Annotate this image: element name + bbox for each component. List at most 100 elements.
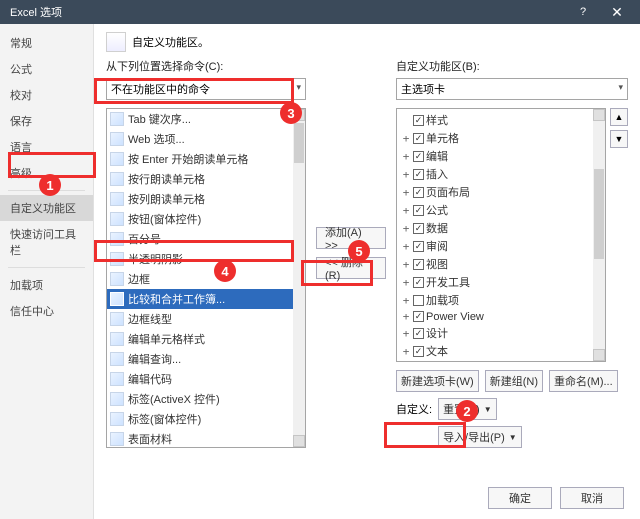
checkbox[interactable]: ✓: [413, 115, 424, 126]
remove-button[interactable]: << 删除(R): [316, 257, 386, 279]
tree-twisty[interactable]: +: [401, 294, 411, 307]
tree-node[interactable]: +✓数据: [399, 219, 591, 237]
tree-twisty[interactable]: +: [401, 186, 411, 199]
command-item[interactable]: 编辑单元格样式: [107, 329, 293, 349]
tree-node[interactable]: +✓视图: [399, 255, 591, 273]
tree-node[interactable]: +✓设计: [399, 324, 591, 342]
tree-twisty[interactable]: +: [401, 258, 411, 271]
tree-node[interactable]: +✓布局: [399, 360, 591, 361]
command-item[interactable]: 边框: [107, 269, 293, 289]
tree-node[interactable]: +✓插入: [399, 165, 591, 183]
ok-button[interactable]: 确定: [488, 487, 552, 509]
sidebar-item[interactable]: 公式: [0, 56, 93, 82]
command-item[interactable]: 表面材料: [107, 429, 293, 447]
checkbox[interactable]: [413, 295, 424, 306]
customize-ribbon-combo[interactable]: 主选项卡▾: [396, 78, 628, 100]
tree-node[interactable]: +✓开发工具: [399, 273, 591, 291]
sidebar-item[interactable]: 信任中心: [0, 298, 93, 324]
command-item[interactable]: 半透明阴影: [107, 249, 293, 269]
sidebar-item[interactable]: 常规: [0, 30, 93, 56]
import-export-button[interactable]: 导入/导出(P)▼: [438, 426, 522, 448]
tree-node[interactable]: +✓页面布局: [399, 183, 591, 201]
command-item[interactable]: 按行朗读单元格: [107, 169, 293, 189]
checkbox[interactable]: ✓: [413, 259, 424, 270]
command-item[interactable]: 编辑查询...: [107, 349, 293, 369]
command-icon: [110, 292, 124, 306]
new-tab-button[interactable]: 新建选项卡(W): [396, 370, 479, 392]
sidebar-item[interactable]: 校对: [0, 82, 93, 108]
tree-node[interactable]: +✓Power View: [399, 309, 591, 324]
move-down-button[interactable]: ▼: [610, 130, 628, 148]
command-item[interactable]: 边框线型: [107, 309, 293, 329]
scrollbar[interactable]: [293, 109, 305, 447]
scrollbar[interactable]: [593, 109, 605, 361]
tree-twisty[interactable]: +: [401, 240, 411, 253]
command-icon: [110, 212, 124, 226]
checkbox[interactable]: ✓: [413, 223, 424, 234]
help-button[interactable]: ?: [566, 0, 600, 24]
tree-twisty[interactable]: +: [401, 276, 411, 289]
command-icon: [110, 152, 124, 166]
command-item[interactable]: 标签(ActiveX 控件): [107, 389, 293, 409]
close-button[interactable]: ✕: [600, 0, 634, 24]
command-icon: [110, 192, 124, 206]
tree-node[interactable]: +✓审阅: [399, 237, 591, 255]
ribbon-tree[interactable]: ✓样式+✓单元格+✓编辑+✓插入+✓页面布局+✓公式+✓数据+✓审阅+✓视图+✓…: [396, 108, 606, 362]
command-icon: [110, 132, 124, 146]
sidebar-item[interactable]: 快速访问工具栏: [0, 221, 93, 263]
ribbon-icon: [106, 32, 126, 52]
add-button[interactable]: 添加(A) >>: [316, 227, 386, 249]
reset-button[interactable]: 重置(E)▼: [438, 398, 497, 420]
command-item[interactable]: 按钮(窗体控件): [107, 209, 293, 229]
checkbox[interactable]: ✓: [413, 328, 424, 339]
move-up-button[interactable]: ▲: [610, 108, 628, 126]
checkbox[interactable]: ✓: [413, 311, 424, 322]
checkbox[interactable]: ✓: [413, 205, 424, 216]
checkbox[interactable]: ✓: [413, 346, 424, 357]
command-icon: [110, 252, 124, 266]
command-item[interactable]: 编辑代码: [107, 369, 293, 389]
checkbox[interactable]: ✓: [413, 169, 424, 180]
new-group-button[interactable]: 新建组(N): [485, 370, 543, 392]
command-item[interactable]: 百分号: [107, 229, 293, 249]
command-icon: [110, 392, 124, 406]
checkbox[interactable]: ✓: [413, 187, 424, 198]
tree-node[interactable]: +✓单元格: [399, 129, 591, 147]
tree-node[interactable]: ✓样式: [399, 111, 591, 129]
cancel-button[interactable]: 取消: [560, 487, 624, 509]
tree-node[interactable]: +✓公式: [399, 201, 591, 219]
command-icon: [110, 432, 124, 446]
checkbox[interactable]: ✓: [413, 277, 424, 288]
sidebar-item[interactable]: 语言: [0, 134, 93, 160]
tree-twisty[interactable]: +: [401, 327, 411, 340]
command-item[interactable]: 标签(窗体控件): [107, 409, 293, 429]
command-item[interactable]: 按 Enter 开始朗读单元格: [107, 149, 293, 169]
tree-node[interactable]: +✓编辑: [399, 147, 591, 165]
sidebar-item[interactable]: 自定义功能区: [0, 195, 93, 221]
checkbox[interactable]: ✓: [413, 151, 424, 162]
tree-twisty[interactable]: +: [401, 222, 411, 235]
checkbox[interactable]: ✓: [413, 241, 424, 252]
sidebar-item[interactable]: 高级: [0, 160, 93, 186]
rename-button[interactable]: 重命名(M)...: [549, 370, 618, 392]
sidebar-item[interactable]: 加载项: [0, 272, 93, 298]
tree-node[interactable]: +✓文本: [399, 342, 591, 360]
choose-from-combo[interactable]: 不在功能区中的命令▾: [106, 78, 306, 100]
command-item[interactable]: Tab 键次序...: [107, 109, 293, 129]
sidebar-item[interactable]: 保存: [0, 108, 93, 134]
tree-twisty[interactable]: +: [401, 132, 411, 145]
command-item[interactable]: 比较和合并工作簿...: [107, 289, 293, 309]
tree-twisty[interactable]: +: [401, 204, 411, 217]
category-sidebar: 常规公式校对保存语言高级自定义功能区快速访问工具栏加载项信任中心: [0, 24, 94, 519]
command-icon: [110, 172, 124, 186]
command-item[interactable]: 按列朗读单元格: [107, 189, 293, 209]
tree-twisty[interactable]: +: [401, 150, 411, 163]
command-icon: [110, 332, 124, 346]
checkbox[interactable]: ✓: [413, 133, 424, 144]
command-item[interactable]: Web 选项...: [107, 129, 293, 149]
tree-twisty[interactable]: +: [401, 310, 411, 323]
commands-listbox[interactable]: Tab 键次序...Web 选项...按 Enter 开始朗读单元格按行朗读单元…: [106, 108, 306, 448]
tree-twisty[interactable]: +: [401, 345, 411, 358]
tree-node[interactable]: +加载项: [399, 291, 591, 309]
tree-twisty[interactable]: +: [401, 168, 411, 181]
